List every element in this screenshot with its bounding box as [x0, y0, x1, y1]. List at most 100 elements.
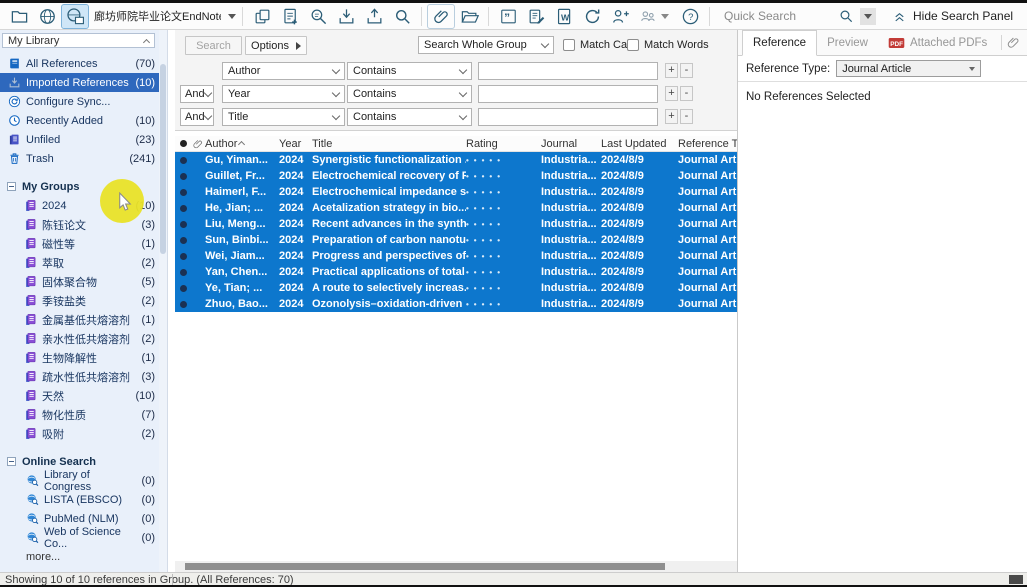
search-term-input[interactable] [478, 62, 658, 80]
layout-button[interactable] [1009, 575, 1023, 584]
tab-attached-pdfs[interactable]: Attached PDFs [878, 30, 997, 55]
sidebar-item-unfiled[interactable]: Unfiled (23) [0, 130, 167, 149]
go-to-word-icon[interactable] [551, 5, 577, 28]
scrollbar-thumb[interactable] [160, 64, 166, 254]
sidebar-group-item[interactable]: 季铵盐类 (2) [0, 291, 167, 310]
collapse-minus-icon[interactable] [7, 457, 16, 466]
column-header-last-updated[interactable]: Last Updated [601, 138, 678, 150]
add-row-button[interactable]: + [665, 109, 678, 124]
column-header-author[interactable]: Author [205, 138, 279, 150]
remove-row-button[interactable]: - [680, 109, 693, 124]
search-term-input[interactable] [478, 85, 658, 103]
sidebar-group-item[interactable]: 物化性质 (7) [0, 405, 167, 424]
column-header-journal[interactable]: Journal [541, 138, 601, 150]
format-bibliography-icon[interactable] [523, 5, 549, 28]
sidebar-online-web-of-science[interactable]: Web of Science Co... (0) [0, 528, 167, 547]
reference-row[interactable]: Ye, Tian; ... 2024 A route to selectivel… [175, 280, 737, 296]
collapse-minus-icon[interactable] [7, 182, 16, 191]
attachment-column-header[interactable] [191, 138, 205, 150]
copy-reference-icon[interactable] [249, 5, 275, 28]
attach-file-icon[interactable] [428, 5, 454, 28]
paperclip-icon[interactable] [1006, 35, 1021, 50]
sidebar-group-item[interactable]: 固体聚合物 (5) [0, 272, 167, 291]
open-file-icon[interactable] [456, 5, 482, 28]
reference-row[interactable]: Sun, Binbi... 2024 Preparation of carbon… [175, 232, 737, 248]
sidebar-group-item[interactable]: 吸附 (2) [0, 424, 167, 443]
online-search-icon[interactable] [305, 5, 331, 28]
more-link[interactable]: more... [0, 547, 167, 566]
horizontal-scrollbar[interactable] [175, 561, 737, 572]
column-header-reference-type[interactable]: Reference Ty [678, 138, 737, 150]
import-icon[interactable] [333, 5, 359, 28]
sidebar-group-item[interactable]: 萃取 (2) [0, 253, 167, 272]
scrollbar-thumb[interactable] [185, 563, 665, 570]
operator-dropdown[interactable]: Contains [347, 62, 472, 80]
my-library-header[interactable]: My Library [2, 33, 155, 48]
add-row-button[interactable]: + [665, 86, 678, 101]
remove-row-button[interactable]: - [680, 86, 693, 101]
tab-preview[interactable]: Preview [817, 30, 878, 55]
help-icon[interactable] [677, 5, 703, 28]
reference-row[interactable]: Liu, Meng... 2024 Recent advances in the… [175, 216, 737, 232]
insert-citation-icon[interactable] [495, 5, 521, 28]
connector-dropdown[interactable]: And [180, 108, 214, 126]
add-row-button[interactable]: + [665, 63, 678, 78]
checkbox-icon[interactable] [563, 39, 575, 51]
sidebar-group-item[interactable]: 天然 (10) [0, 386, 167, 405]
find-full-text-icon[interactable] [389, 5, 415, 28]
sidebar-item-imported-references[interactable]: Imported References (10) [0, 73, 167, 92]
match-words-checkbox[interactable]: Match Words [627, 39, 709, 51]
read-column-header[interactable] [175, 140, 191, 147]
sync-icon[interactable] [579, 5, 605, 28]
options-button[interactable]: Options [245, 36, 307, 55]
tab-reference[interactable]: Reference [742, 30, 817, 56]
new-reference-icon[interactable] [277, 5, 303, 28]
field-dropdown[interactable]: Author [222, 62, 345, 80]
column-header-year[interactable]: Year [279, 138, 312, 150]
online-mode-icon[interactable] [34, 5, 60, 28]
reference-row[interactable]: Wei, Jiam... 2024 Progress and perspecti… [175, 248, 737, 264]
sidebar-item-recently-added[interactable]: Recently Added (10) [0, 111, 167, 130]
export-icon[interactable] [361, 5, 387, 28]
sidebar-group-item[interactable]: 亲水性低共熔溶剂 (2) [0, 329, 167, 348]
checkbox-icon[interactable] [627, 39, 639, 51]
sharing-dropdown-arrow-icon[interactable] [661, 14, 669, 19]
search-options-dropdown[interactable] [860, 8, 876, 25]
hide-search-panel-button[interactable]: Hide Search Panel [892, 9, 1013, 24]
sidebar-group-item[interactable]: 陈钰论文 (3) [0, 215, 167, 234]
reference-row[interactable]: Haimerl, F... 2024 Electrochemical imped… [175, 184, 737, 200]
connector-dropdown[interactable]: And [180, 85, 214, 103]
sharing-activity-icon[interactable] [635, 5, 661, 28]
column-header-title[interactable]: Title [312, 138, 466, 150]
remove-row-button[interactable]: - [680, 63, 693, 78]
reference-row[interactable]: Gu, Yiman... 2024 Synergistic functional… [175, 152, 737, 168]
reference-row[interactable]: Zhuo, Bao... 2024 Ozonolysis–oxidation-d… [175, 296, 737, 312]
sidebar-online-library-of-congress[interactable]: Library of Congress (0) [0, 471, 167, 490]
sidebar-group-item[interactable]: 磁性等 (1) [0, 234, 167, 253]
field-dropdown[interactable]: Title [222, 108, 345, 126]
sidebar-online-lista-ebsco[interactable]: LISTA (EBSCO) (0) [0, 490, 167, 509]
search-icon[interactable] [836, 5, 856, 28]
sidebar-item-trash[interactable]: Trash (241) [0, 149, 167, 168]
sidebar-item-all-references[interactable]: All References (70) [0, 54, 167, 73]
search-scope-dropdown[interactable]: Search Whole Group [418, 36, 554, 54]
open-library-icon[interactable] [6, 5, 32, 28]
column-header-rating[interactable]: Rating [466, 138, 541, 150]
operator-dropdown[interactable]: Contains [347, 108, 472, 126]
integrated-mode-icon[interactable] [62, 5, 88, 28]
reference-row[interactable]: Guillet, Fr... 2024 Electrochemical reco… [175, 168, 737, 184]
output-style-selector[interactable]: 廊坊师院毕业论文EndNote模板 [90, 8, 236, 24]
operator-dropdown[interactable]: Contains [347, 85, 472, 103]
sidebar-item-configure-sync[interactable]: Configure Sync... [0, 92, 167, 111]
sidebar-group-item[interactable]: 生物降解性 (1) [0, 348, 167, 367]
sidebar-group-item[interactable]: 金属基低共熔溶剂 (1) [0, 310, 167, 329]
field-dropdown[interactable]: Year [222, 85, 345, 103]
sidebar-group-item[interactable]: 疏水性低共熔溶剂 (3) [0, 367, 167, 386]
search-term-input[interactable] [478, 108, 658, 126]
reference-row[interactable]: Yan, Chen... 2024 Practical applications… [175, 264, 737, 280]
sidebar-scrollbar[interactable] [159, 30, 167, 572]
reference-row[interactable]: He, Jian; ... 2024 Acetalization strateg… [175, 200, 737, 216]
reference-type-dropdown[interactable]: Journal Article [836, 60, 981, 77]
quick-search-input[interactable] [724, 9, 832, 23]
share-library-icon[interactable] [607, 5, 633, 28]
